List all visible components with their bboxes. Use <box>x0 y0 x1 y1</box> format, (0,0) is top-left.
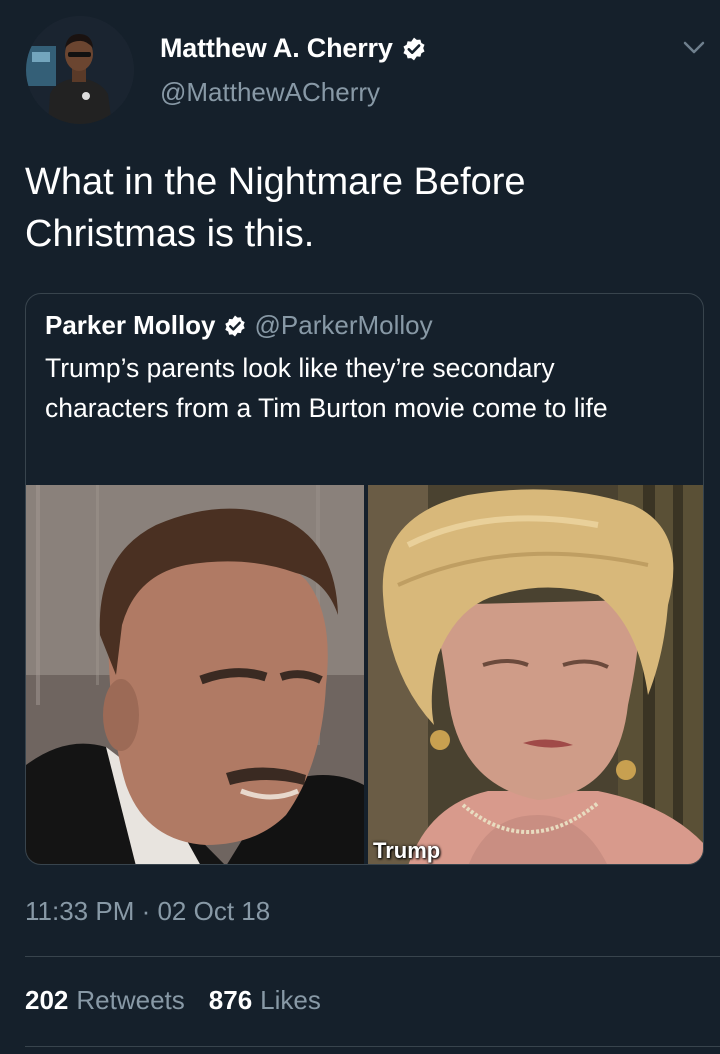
photo-caption: Trump <box>373 838 441 863</box>
retweets-label: Retweets <box>76 985 185 1015</box>
woman-portrait-image <box>368 485 703 864</box>
man-portrait-image <box>26 485 364 864</box>
tweet-text: What in the Nightmare Before Christmas i… <box>25 161 526 255</box>
media-photo-right[interactable]: Trump <box>368 485 703 864</box>
divider <box>25 1046 720 1047</box>
likes-count: 876 <box>208 985 253 1015</box>
author-handle[interactable]: @MatthewACherry <box>160 77 380 108</box>
media-photo-left[interactable] <box>26 485 364 864</box>
tweet-stats: 202 Retweets 876 Likes <box>25 985 321 1016</box>
author-avatar[interactable] <box>26 16 134 124</box>
retweets-count: 202 <box>25 985 69 1015</box>
verified-badge-icon <box>224 315 245 336</box>
quoted-tweet[interactable]: Parker Molloy @ParkerMolloy Trump’s pare… <box>25 293 704 865</box>
tweet-timestamp[interactable]: 11:33 PM · 02 Oct 18 <box>25 896 270 927</box>
avatar-photo <box>26 16 134 124</box>
likes-label: Likes <box>260 985 321 1015</box>
quoted-author-handle: @ParkerMolloy <box>254 310 433 340</box>
quoted-tweet-media[interactable]: Trump <box>26 485 703 864</box>
verified-badge-icon <box>403 37 425 60</box>
author-display-name[interactable]: Matthew A. Cherry <box>160 33 393 64</box>
quoted-tweet-header: Parker Molloy @ParkerMolloy <box>45 310 433 341</box>
chevron-down-icon[interactable] <box>681 38 707 58</box>
quoted-tweet-text: Trump’s parents look like they’re second… <box>45 353 608 423</box>
retweets-stat[interactable]: 202 Retweets <box>25 985 185 1016</box>
quoted-author-name: Parker Molloy <box>45 310 216 340</box>
likes-stat[interactable]: 876 Likes <box>209 985 321 1016</box>
divider <box>25 956 720 957</box>
author-name-row[interactable]: Matthew A. Cherry <box>160 33 427 64</box>
